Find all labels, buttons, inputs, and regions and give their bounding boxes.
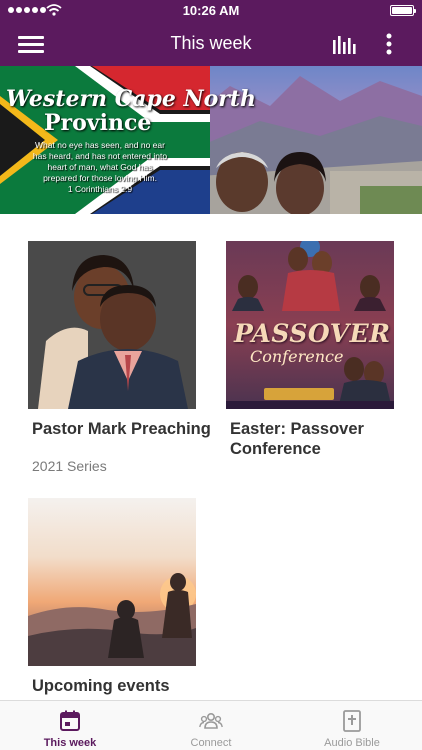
hero-photo bbox=[216, 152, 326, 214]
poster-date-badge bbox=[264, 388, 334, 400]
poster-headline: PASSOVER bbox=[234, 319, 391, 348]
poster-subhead: Conference bbox=[250, 347, 344, 366]
hero-banner[interactable]: Western Cape North Province What no eye … bbox=[0, 66, 422, 214]
status-bar: 10:26 AM bbox=[0, 0, 422, 22]
nav-bar: This week bbox=[0, 22, 422, 66]
tab-connect[interactable]: Connect bbox=[141, 701, 281, 750]
hero-title-line1: Western Cape North bbox=[6, 86, 257, 112]
poster-footer-bar bbox=[226, 401, 394, 409]
tab-label: Audio Bible bbox=[324, 737, 380, 749]
pastor-photo bbox=[28, 241, 196, 409]
media-card-pastor-mark[interactable]: Pastor Mark Preaching 2021 Series bbox=[28, 241, 211, 476]
media-card-title: Easter: Passover Conference bbox=[230, 420, 364, 458]
media-thumbnail bbox=[28, 498, 196, 666]
tab-label: Connect bbox=[190, 737, 232, 749]
media-card-upcoming-events[interactable]: Upcoming events bbox=[28, 498, 198, 698]
bible-icon bbox=[343, 710, 361, 732]
battery-icon bbox=[390, 5, 416, 16]
tab-label: This week bbox=[43, 737, 97, 749]
media-thumbnail bbox=[28, 241, 196, 409]
hero-verse-ref: 1 Corinthians 2:9 bbox=[67, 184, 133, 194]
media-card-title: Upcoming events bbox=[32, 677, 170, 695]
bar-chart-icon[interactable] bbox=[332, 34, 358, 54]
hero-verse: What no eye has seen, and no ear has hea… bbox=[30, 140, 170, 195]
tab-this-week[interactable]: This week bbox=[0, 701, 140, 750]
tab-audio-bible[interactable]: Audio Bible bbox=[282, 701, 422, 750]
calendar-icon bbox=[60, 710, 80, 731]
media-card-passover[interactable]: PASSOVER Conference Easter: Passover Con… bbox=[226, 241, 396, 476]
media-thumbnail: PASSOVER Conference bbox=[226, 241, 394, 409]
hero-verse-text: What no eye has seen, and no ear has hea… bbox=[32, 140, 168, 183]
hero-title-line2: Province bbox=[44, 110, 152, 136]
page-title: This week bbox=[170, 33, 252, 53]
media-card-subtitle: 2021 Series bbox=[32, 458, 107, 474]
media-card-title: Pastor Mark Preaching bbox=[32, 420, 211, 438]
group-icon bbox=[199, 713, 223, 729]
more-options-icon[interactable] bbox=[378, 32, 400, 56]
tab-bar: This week Connect Audio Bible bbox=[0, 700, 422, 750]
sunset-photo bbox=[28, 573, 196, 666]
status-time: 10:26 AM bbox=[182, 3, 240, 18]
